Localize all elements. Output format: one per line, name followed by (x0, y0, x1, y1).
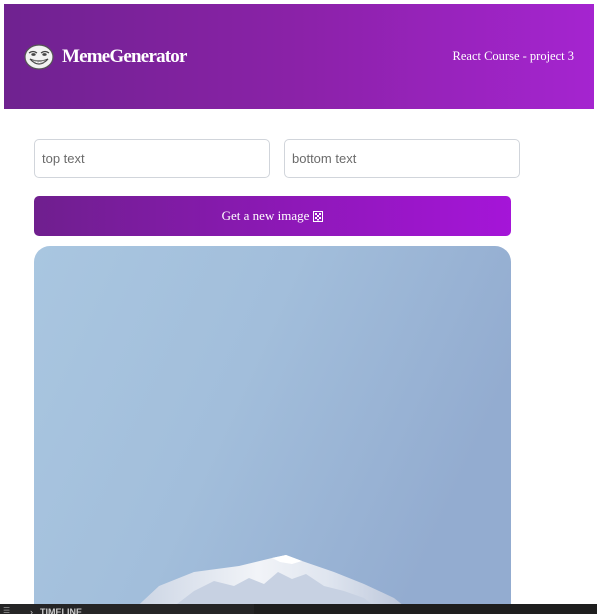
mountain-photo (34, 246, 511, 614)
panel-glyph-icon: ☰ (3, 606, 11, 614)
image-icon (313, 210, 324, 222)
get-new-image-label: Get a new image (221, 208, 310, 223)
brand: MemeGenerator (24, 43, 187, 70)
app-header: MemeGenerator React Course - project 3 (4, 4, 594, 109)
timeline-section-header[interactable]: TIMELINE (40, 605, 82, 614)
editor-bottom-panel: ☰ › TIMELINE (0, 604, 597, 614)
chevron-right-icon[interactable]: › (30, 605, 33, 614)
bottom-text-input[interactable] (284, 139, 520, 178)
course-label: React Course - project 3 (452, 49, 574, 63)
app-title: MemeGenerator (62, 45, 187, 67)
get-new-image-button[interactable]: Get a new image (34, 196, 511, 236)
text-inputs-row (34, 139, 520, 178)
top-text-input[interactable] (34, 139, 270, 178)
meme-generator-page: MemeGenerator React Course - project 3 G… (0, 0, 597, 614)
troll-face-icon (24, 43, 54, 70)
meme-form (34, 139, 520, 178)
meme-image (34, 246, 511, 614)
